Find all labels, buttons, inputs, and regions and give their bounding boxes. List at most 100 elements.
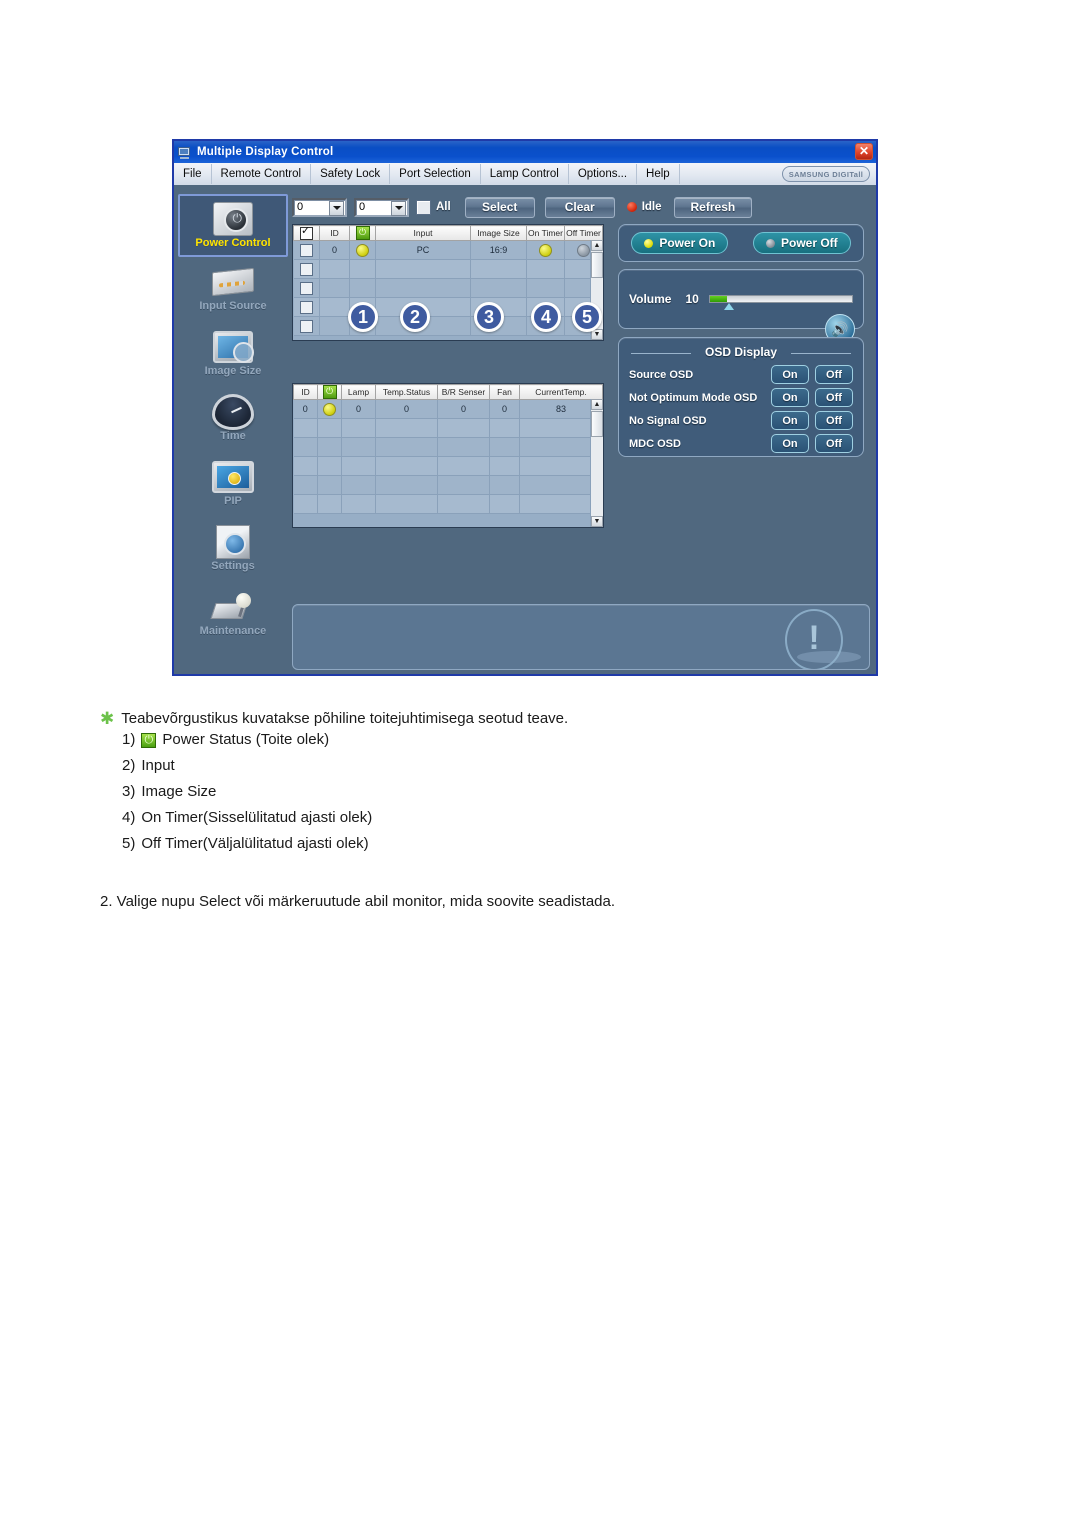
sidebar-item-power-control[interactable]: Power Control <box>178 194 288 257</box>
row-checkbox-cell[interactable] <box>293 316 320 336</box>
power-on-button[interactable]: Power On <box>631 232 729 254</box>
cell-id <box>293 494 318 514</box>
menu-item-options[interactable]: Options... <box>569 164 638 184</box>
lamp-table-scrollbar[interactable]: ▲ ▼ <box>590 399 603 527</box>
menu-item-lamp-control[interactable]: Lamp Control <box>481 164 569 184</box>
select-all-header[interactable] <box>293 224 320 241</box>
scroll-up-icon[interactable]: ▲ <box>591 240 603 251</box>
cell-power <box>317 475 342 495</box>
no-signal-osd-off-button[interactable]: Off <box>815 411 853 430</box>
table-row[interactable] <box>293 437 603 457</box>
row-checkbox-cell[interactable] <box>293 259 320 279</box>
row-checkbox-cell[interactable] <box>293 278 320 298</box>
sidebar-item-input-source[interactable]: Input Source <box>178 259 288 322</box>
col-temp-status: Temp.Status <box>375 384 438 400</box>
osd-row-label: Not Optimum Mode OSD <box>629 391 758 404</box>
menu-item-file[interactable]: File <box>174 164 212 184</box>
sidebar-item-settings[interactable]: Settings <box>178 519 288 582</box>
scrollbar-thumb[interactable] <box>591 252 603 278</box>
doc-item-1: 1) ⏻ Power Status (Toite olek) <box>0 727 1080 753</box>
menu-item-remote-control[interactable]: Remote Control <box>212 164 312 184</box>
sidebar-item-time[interactable]: Time <box>178 389 288 452</box>
callout-5: 5 <box>572 302 602 332</box>
cell-temp-status <box>375 418 438 438</box>
cell-temp-status <box>375 494 438 514</box>
clear-button[interactable]: Clear <box>544 196 615 218</box>
table-row[interactable] <box>293 418 603 438</box>
menu-item-port-selection[interactable]: Port Selection <box>390 164 481 184</box>
sidebar-item-pip[interactable]: PIP <box>178 454 288 517</box>
input-device-icon <box>178 259 288 302</box>
no-signal-osd-on-button[interactable]: On <box>771 411 809 430</box>
row-checkbox-cell[interactable] <box>293 297 320 317</box>
checkbox-checked-icon[interactable] <box>300 224 313 240</box>
not-optimum-osd-on-button[interactable]: On <box>771 388 809 407</box>
all-checkbox-group[interactable]: All <box>416 199 451 215</box>
mdc-osd-off-button[interactable]: Off <box>815 434 853 453</box>
menu-item-safety-lock[interactable]: Safety Lock <box>311 164 391 184</box>
item-text: On Timer(Sisselülitatud ajasti olek) <box>141 809 373 826</box>
row-checkbox[interactable] <box>299 319 313 333</box>
cell-fan <box>489 456 520 476</box>
lamp-table-grid: ID ⏻ Lamp Temp.Status B/R Senser Fan Cur… <box>293 384 603 514</box>
sidebar-item-label: Input Source <box>199 300 267 312</box>
row-checkbox[interactable] <box>299 281 313 295</box>
row-checkbox-cell[interactable] <box>293 240 320 260</box>
col-power-status: ⏻ <box>349 225 376 241</box>
chevron-down-icon[interactable] <box>391 200 406 216</box>
power-off-button[interactable]: Power Off <box>753 232 851 254</box>
col-image-size: Image Size <box>470 225 527 241</box>
power-control-panel: Power On Power Off <box>618 224 864 262</box>
volume-slider[interactable] <box>708 295 853 310</box>
table-row[interactable]: 0 0 0 0 0 83 <box>293 399 603 419</box>
volume-row: Volume 10 <box>619 270 863 328</box>
cell-lamp <box>341 456 376 476</box>
cell-lamp <box>341 475 376 495</box>
row-checkbox[interactable] <box>299 300 313 314</box>
volume-fill <box>709 296 727 302</box>
cell-br-senser: 0 <box>437 399 490 419</box>
cell-id <box>293 456 318 476</box>
table-row[interactable] <box>293 278 603 298</box>
osd-row-source: Source OSD On Off <box>629 365 853 384</box>
sidebar-item-image-size[interactable]: Image Size <box>178 324 288 387</box>
status-bar: ! <box>292 604 870 670</box>
id-to-dropdown[interactable]: 0 <box>354 197 409 217</box>
cell-on-timer <box>526 259 565 279</box>
table-row[interactable]: 0 PC 16:9 <box>293 240 603 260</box>
item-number: 1) <box>122 731 136 748</box>
power-off-label: Power Off <box>781 236 838 250</box>
doc-item-3: 3) Image Size <box>0 779 1080 805</box>
item-text: Off Timer(Väljalülitatud ajasti olek) <box>141 835 369 852</box>
sidebar-item-maintenance[interactable]: Maintenance <box>178 584 288 647</box>
scroll-down-icon[interactable]: ▼ <box>591 516 603 527</box>
table-row[interactable] <box>293 456 603 476</box>
table-row[interactable] <box>293 475 603 495</box>
callout-2: 2 <box>400 302 430 332</box>
not-optimum-osd-off-button[interactable]: Off <box>815 388 853 407</box>
row-checkbox[interactable] <box>299 243 313 257</box>
col-id: ID <box>293 384 318 400</box>
settings-cube-icon <box>178 519 288 562</box>
cell-temp-status <box>375 475 438 495</box>
close-icon[interactable]: ✕ <box>855 143 873 160</box>
table-row[interactable] <box>293 494 603 514</box>
row-checkbox[interactable] <box>299 262 313 276</box>
id-from-dropdown[interactable]: 0 <box>292 197 347 217</box>
scrollbar-thumb[interactable] <box>591 411 603 437</box>
all-checkbox[interactable] <box>416 199 431 215</box>
volume-slider-handle[interactable] <box>724 303 735 310</box>
cell-lamp <box>341 494 376 514</box>
refresh-button[interactable]: Refresh <box>673 196 753 218</box>
mdc-osd-on-button[interactable]: On <box>771 434 809 453</box>
lamp-status-table[interactable]: ID ⏻ Lamp Temp.Status B/R Senser Fan Cur… <box>292 383 604 528</box>
cell-id <box>319 316 350 336</box>
source-osd-off-button[interactable]: Off <box>815 365 853 384</box>
select-button[interactable]: Select <box>464 196 535 218</box>
table-row[interactable] <box>293 259 603 279</box>
menu-item-help[interactable]: Help <box>637 164 680 184</box>
cell-temp-status <box>375 437 438 457</box>
source-osd-on-button[interactable]: On <box>771 365 809 384</box>
scroll-up-icon[interactable]: ▲ <box>591 399 603 410</box>
chevron-down-icon[interactable] <box>329 200 344 216</box>
